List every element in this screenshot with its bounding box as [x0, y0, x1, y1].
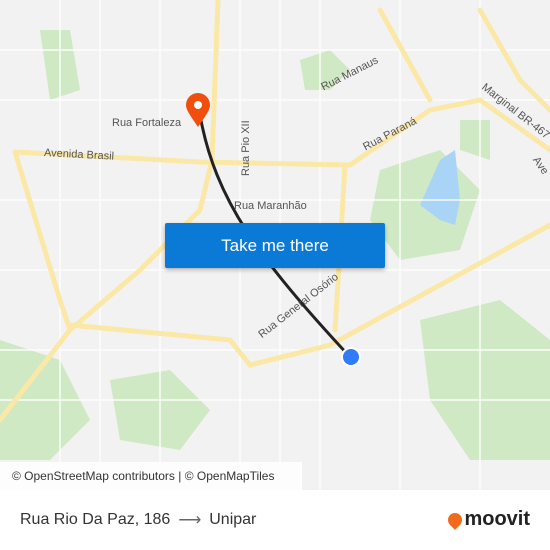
destination-text: Unipar: [209, 511, 257, 528]
origin-text: Rua Rio Da Paz, 186: [20, 511, 171, 528]
street-label: Rua Fortaleza: [112, 117, 182, 129]
moovit-pin-icon: [445, 509, 466, 530]
arrow-right-icon: ⟶: [178, 512, 202, 529]
take-me-there-button[interactable]: Take me there: [165, 223, 385, 268]
moovit-logo: moovit: [445, 508, 530, 531]
destination-pin-icon: [186, 93, 210, 127]
map[interactable]: Rua Manaus Marginal BR-467 Rua Fortaleza…: [0, 0, 550, 490]
origin-marker: [341, 347, 361, 367]
map-attribution[interactable]: © OpenStreetMap contributors | © OpenMap…: [0, 462, 302, 490]
street-label: Rua Maranhão: [234, 200, 307, 212]
street-label: Rua Pio XII: [240, 120, 252, 176]
